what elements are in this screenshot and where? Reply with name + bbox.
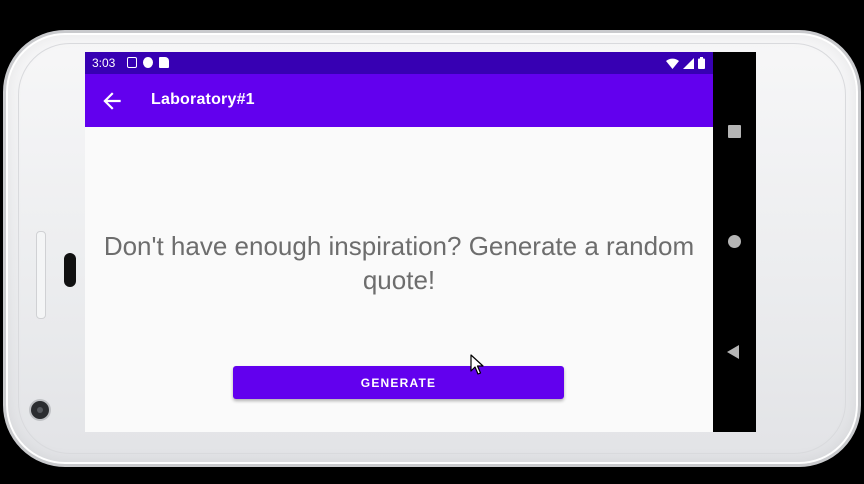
sd-card-icon [159,57,169,68]
page-title: Laboratory#1 [151,91,255,108]
mouse-cursor-icon [470,354,484,375]
navigation-bar [713,52,756,432]
sync-icon [143,57,153,68]
arrow-back-icon[interactable] [99,88,125,114]
notification-icons [127,57,169,68]
device-screen: 3:03 Laboratory#1 Don't have enough insp… [85,52,756,432]
speaker-grille [64,253,76,287]
front-camera-icon [31,401,49,419]
wifi-icon [666,58,679,69]
status-time: 3:03 [92,56,116,70]
accessibility-icon [127,57,137,68]
quote-prompt: Don't have enough inspiration? Generate … [103,231,695,295]
side-button [36,231,46,319]
back-icon[interactable] [727,345,739,359]
system-icons [666,57,705,69]
signal-icon [683,57,694,69]
battery-icon [698,57,705,69]
status-bar: 3:03 [85,52,713,74]
generate-button[interactable]: GENERATE [233,366,564,399]
app-bar: Laboratory#1 [85,74,713,127]
recent-apps-icon[interactable] [728,125,741,138]
home-icon[interactable] [728,235,741,248]
